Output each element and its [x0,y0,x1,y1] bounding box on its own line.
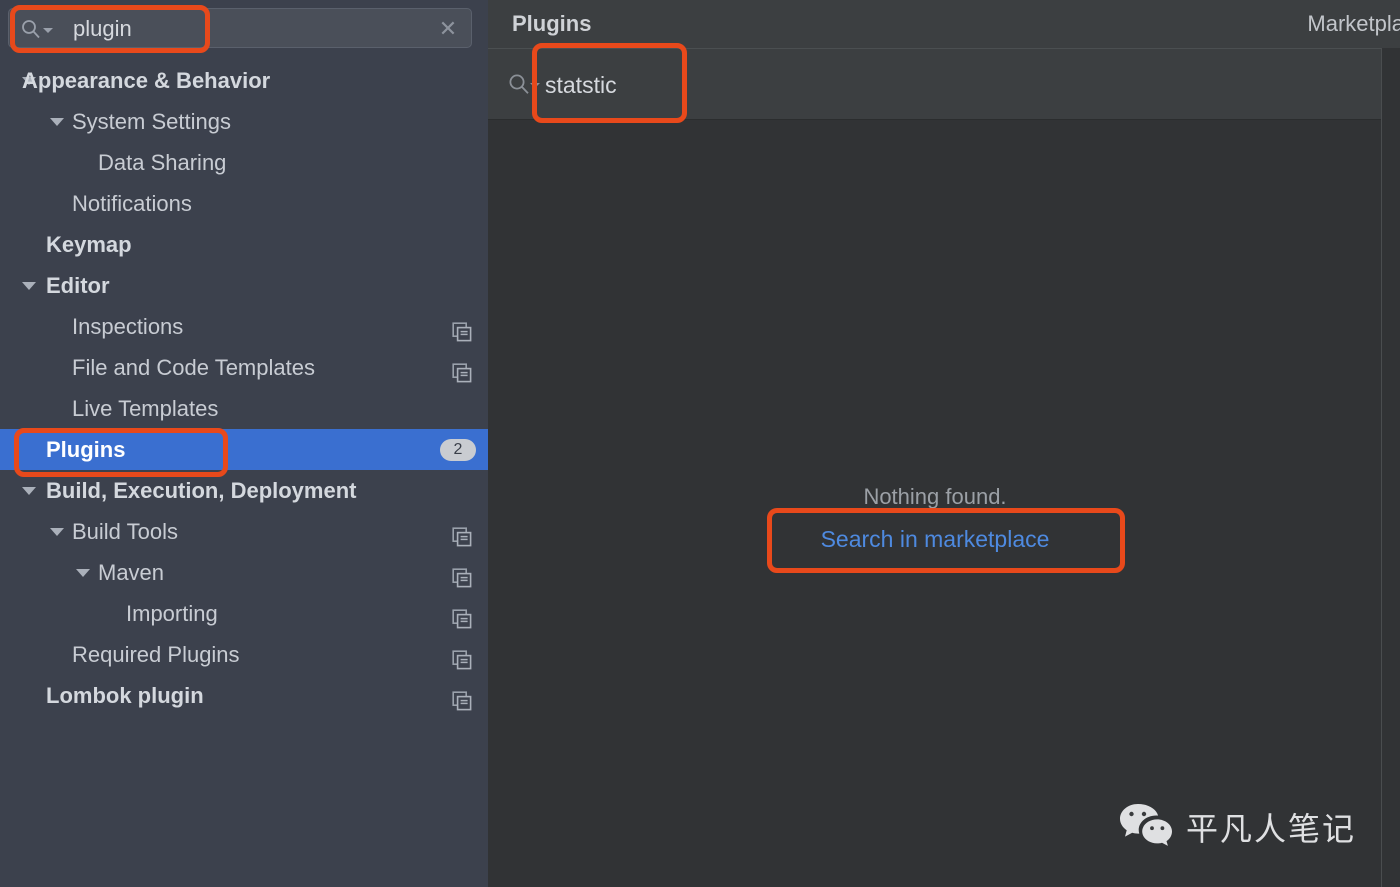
empty-state-message: Nothing found. [863,484,1007,509]
copy-icon[interactable] [452,686,472,711]
search-in-marketplace-link[interactable]: Search in marketplace [488,526,1382,553]
copy-icon[interactable] [452,317,472,342]
sidebar-item-keymap[interactable]: Keymap [0,224,488,265]
close-icon[interactable]: ✕ [437,18,459,40]
copy-icon[interactable] [452,563,472,588]
copy-icon[interactable] [452,645,472,670]
wechat-icon [1118,800,1174,853]
chevron-down-icon[interactable] [50,528,64,536]
copy-icon[interactable] [452,358,472,383]
settings-dialog: plugin ✕ Appearance & Behavior System Set… [0,0,1400,887]
search-icon [508,73,530,95]
sidebar-item-build-tools[interactable]: Build Tools [0,511,488,552]
copy-icon[interactable] [452,522,472,547]
sidebar-item-label: Plugins [46,437,126,462]
sidebar-item-lombok-plugin[interactable]: Lombok plugin [0,675,488,716]
sidebar-item-live-templates[interactable]: Live Templates [0,388,488,429]
sidebar-item-label: Inspections [72,314,184,339]
sidebar-item-label: Required Plugins [72,642,240,667]
sidebar-item-maven[interactable]: Maven [0,552,488,593]
sidebar-item-system-settings[interactable]: System Settings [0,101,488,142]
sidebar-item-label: Keymap [46,232,132,257]
sidebar-item-notifications[interactable]: Notifications [0,183,488,224]
sidebar-item-label: Build, Execution, Deployment [46,478,357,503]
settings-sidebar: plugin ✕ Appearance & Behavior System Set… [0,0,488,887]
status-badge: 2 [440,439,476,461]
sidebar-item-label: Editor [46,273,110,298]
chevron-down-icon[interactable] [76,569,90,577]
sidebar-item-appearance-behavior[interactable]: Appearance & Behavior [0,60,488,101]
sidebar-item-editor[interactable]: Editor [0,265,488,306]
page-title: Plugins [512,11,592,36]
chevron-down-icon[interactable] [530,83,540,88]
watermark: 平凡人笔记 [1118,800,1356,853]
sidebar-item-label: Live Templates [72,396,219,421]
chevron-down-icon[interactable] [22,487,36,495]
sidebar-item-file-and-code-templates[interactable]: File and Code Templates [0,347,488,388]
sidebar-item-inspections[interactable]: Inspections [0,306,488,347]
sidebar-item-label: File and Code Templates [72,355,315,380]
sidebar-item-label: Notifications [72,191,192,216]
sidebar-item-label: Build Tools [72,519,178,544]
sidebar-item-data-sharing[interactable]: Data Sharing [0,142,488,183]
tab-marketplace[interactable]: Marketpla [1307,0,1400,48]
sidebar-item-label: Importing [126,601,218,626]
settings-tree[interactable]: Appearance & Behavior System Settings Data… [0,60,488,716]
sidebar-item-build-execution-deployment[interactable]: Build, Execution, Deployment [0,470,488,511]
sidebar-item-label: System Settings [72,109,231,134]
sidebar-item-required-plugins[interactable]: Required Plugins [0,634,488,675]
search-icon [21,19,41,39]
plugin-search-value: statstic [545,72,617,98]
settings-search-value: plugin [73,16,132,41]
sidebar-item-label: Maven [98,560,165,585]
sidebar-item-importing[interactable]: Importing [0,593,488,634]
panel-divider [1381,48,1382,887]
plugin-search-row[interactable]: statstic [488,48,1382,120]
copy-icon[interactable] [452,604,472,629]
sidebar-item-label: Data Sharing [98,150,227,175]
panel-header: Plugins Marketpla [488,0,1400,48]
sidebar-item-label: Appearance & Behavior [22,68,271,93]
chevron-down-icon[interactable] [43,28,53,33]
plugins-panel: Plugins Marketpla statstic ✕ Nothing fou… [488,0,1400,887]
sidebar-item-label: Lombok plugin [46,683,204,708]
sidebar-item-plugins[interactable]: Plugins 2 [0,429,488,470]
watermark-text: 平凡人笔记 [1186,809,1357,848]
chevron-down-icon[interactable] [22,282,36,290]
settings-search-field[interactable]: plugin ✕ [8,8,472,48]
chevron-down-icon[interactable] [50,118,64,126]
